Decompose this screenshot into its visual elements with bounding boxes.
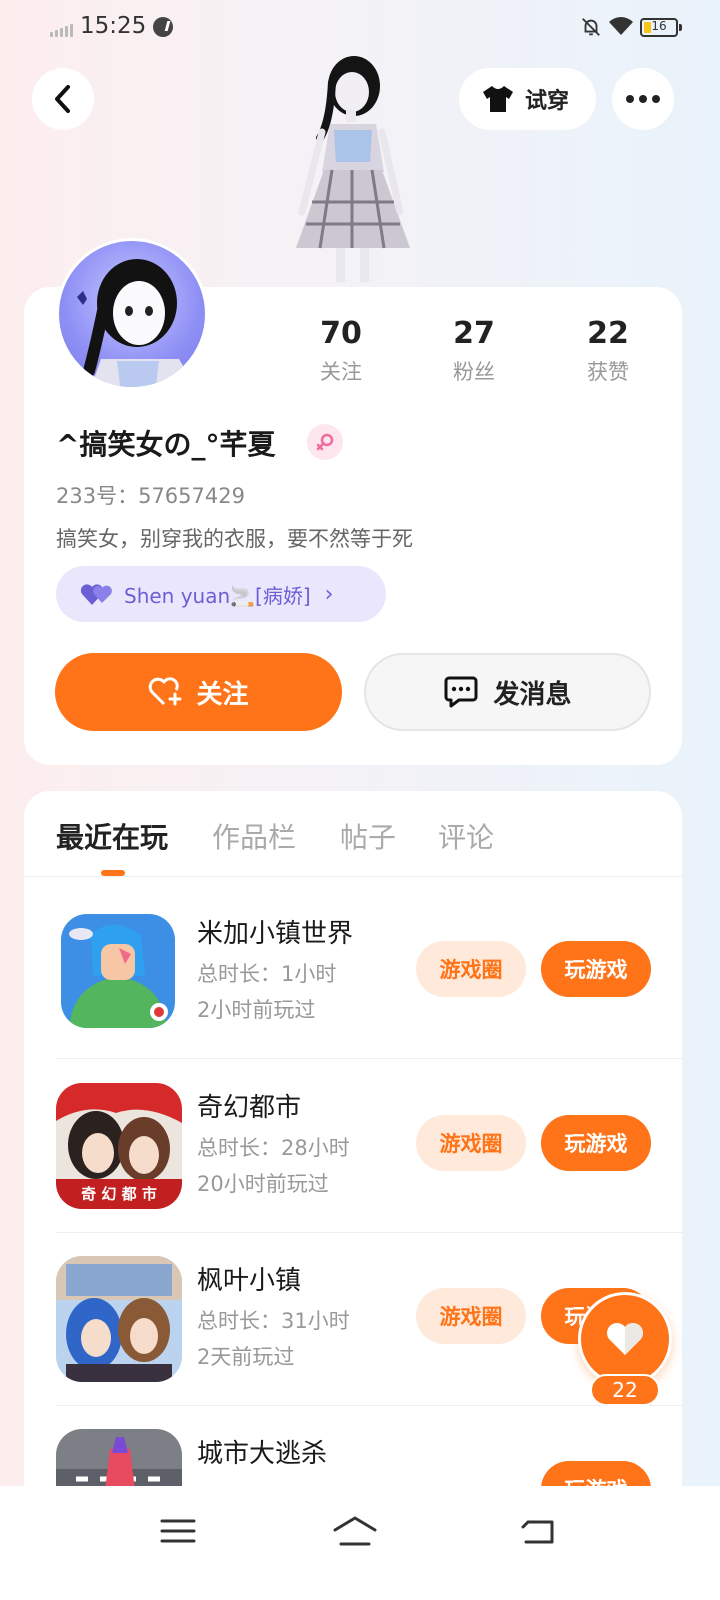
avatar-figure[interactable] [272, 52, 432, 284]
battery-level: 16 [651, 19, 667, 33]
follow-button[interactable]: 关注 [55, 653, 342, 731]
game-last-played: 2小时前玩过 [197, 998, 316, 1022]
game-duration: 总时长：28小时 [197, 1136, 350, 1160]
tab-recently-played[interactable]: 最近在玩 [56, 816, 168, 856]
play-game-button[interactable]: 玩游戏 [541, 1115, 651, 1171]
status-bar: 15:25 16 [0, 0, 720, 56]
back-nav-icon[interactable] [518, 1514, 558, 1548]
game-last-played: 2天前玩过 [197, 1345, 295, 1369]
floating-like-button[interactable] [578, 1292, 672, 1386]
game-row[interactable]: 奇 幻 都 市 奇幻都市 总时长：28小时 20小时前玩过 游戏圈 玩游戏 [24, 1059, 682, 1233]
game-duration: 总时长：31小时 [197, 1309, 350, 1333]
tshirt-icon [483, 86, 513, 112]
tab-posts[interactable]: 帖子 [340, 816, 396, 856]
game-last-played: 20小时前玩过 [197, 1172, 329, 1196]
username: ^搞笑女の_°芊夏 [56, 428, 276, 461]
heart-add-icon [149, 677, 182, 706]
tab-works[interactable]: 作品栏 [212, 816, 296, 856]
tab-comments[interactable]: 评论 [438, 816, 494, 856]
game-row[interactable]: 米加小镇世界 总时长：1小时 2小时前玩过 游戏圈 玩游戏 [24, 885, 682, 1059]
user-id: 233号：57657429 [56, 484, 245, 508]
tabs-divider [24, 876, 682, 877]
back-button[interactable] [32, 68, 94, 130]
game-circle-button[interactable]: 游戏圈 [416, 1115, 526, 1171]
follow-label: 关注 [196, 679, 249, 710]
chevron-right-icon: › [324, 581, 334, 607]
game-circle-button[interactable]: 游戏圈 [416, 941, 526, 997]
back-arrow-icon [55, 85, 70, 113]
menu-icon[interactable] [158, 1514, 198, 1548]
heart-icon [607, 1323, 643, 1355]
chat-bubble-icon [444, 676, 478, 708]
likes-count: 22 [587, 316, 629, 351]
double-heart-icon [80, 584, 112, 605]
system-nav-bar [0, 1486, 720, 1600]
fans-count: 27 [453, 316, 495, 351]
stat-likes[interactable]: 22 获赞 [553, 316, 663, 386]
wifi-icon [609, 17, 633, 35]
game-icon [61, 914, 175, 1028]
try-on-button[interactable]: 试穿 [459, 68, 596, 130]
app-notification-icon [153, 17, 173, 37]
bio: 搞笑女，别穿我的衣服，要不然等于死 [56, 527, 413, 551]
game-name: 米加小镇世界 [197, 919, 354, 949]
game-name: 奇幻都市 [197, 1093, 302, 1123]
cp-relationship-pill[interactable]: Shen yuan🚬[病娇] › [56, 566, 386, 622]
game-name: 枫叶小镇 [197, 1266, 302, 1296]
more-button[interactable] [612, 68, 674, 130]
game-circle-button[interactable]: 游戏圈 [416, 1288, 526, 1344]
message-label: 发消息 [493, 679, 572, 710]
home-icon[interactable] [332, 1514, 378, 1548]
game-name: 城市大逃杀 [197, 1439, 328, 1469]
floating-like-count: 22 [590, 1374, 660, 1406]
stat-fans[interactable]: 27 粉丝 [419, 316, 529, 386]
try-on-label: 试穿 [525, 89, 570, 114]
game-icon-caption: 奇 幻 都 市 [81, 1185, 157, 1203]
female-icon [307, 424, 343, 460]
stat-following[interactable]: 70 关注 [286, 316, 396, 386]
battery-icon: 16 [640, 18, 682, 37]
cp-name: Shen yuan🚬[病娇] [124, 583, 311, 608]
following-label: 关注 [320, 360, 362, 384]
game-icon: 奇 幻 都 市 [56, 1083, 182, 1209]
avatar[interactable] [56, 238, 208, 390]
more-icon [626, 95, 634, 103]
play-game-button[interactable]: 玩游戏 [541, 941, 651, 997]
bell-muted-icon [582, 18, 600, 36]
send-message-button[interactable]: 发消息 [364, 653, 651, 731]
game-icon [56, 1256, 182, 1382]
fans-label: 粉丝 [453, 360, 495, 384]
following-count: 70 [320, 316, 362, 351]
signal-icon [50, 24, 73, 37]
game-duration: 总时长：1小时 [197, 962, 337, 986]
status-time: 15:25 [80, 13, 147, 39]
likes-label: 获赞 [587, 360, 629, 384]
